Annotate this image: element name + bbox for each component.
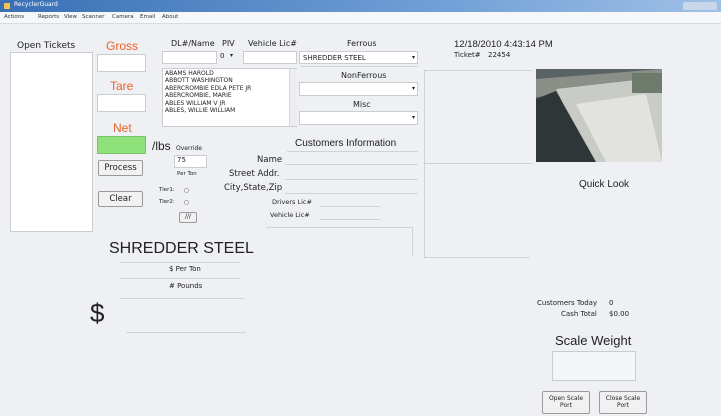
drivers-lic-field-line[interactable] <box>320 206 380 207</box>
camera-panel-border <box>424 70 532 71</box>
tare-field[interactable] <box>97 94 146 112</box>
menu-email[interactable]: Email <box>140 14 155 20</box>
menu-actions[interactable]: Actions <box>4 14 24 20</box>
gross-label: Gross <box>106 39 139 53</box>
net-label: Net <box>113 121 132 135</box>
cash-total-label: Cash Total <box>561 310 597 318</box>
dl-name-label: DL#/Name <box>171 39 215 48</box>
ferrous-value: SHREDDER STEEL <box>303 54 366 62</box>
process-button[interactable]: Process <box>98 160 143 176</box>
list-item[interactable]: ABBOTT WASHINGTON <box>163 77 296 84</box>
menu-camera[interactable]: Camera <box>112 14 134 20</box>
divider <box>300 66 418 67</box>
datetime: 12/18/2010 4:43:14 PM <box>454 39 553 50</box>
street-label: Street Addr. <box>229 169 280 179</box>
total-field-line <box>126 332 246 333</box>
open-scale-port-button[interactable]: Open Scale Port <box>542 391 590 414</box>
tier1-label: Tier1: <box>159 187 175 193</box>
list-item[interactable]: ABERCROMBIE EDLA PETE JR <box>163 85 296 92</box>
tier2-radio[interactable] <box>184 200 189 205</box>
dl-name-input[interactable] <box>162 51 217 64</box>
customer-list-scrollbar[interactable] <box>289 69 297 126</box>
camera-panel-border <box>424 163 532 164</box>
tier2-label: Tier2: <box>159 199 175 205</box>
list-item[interactable]: ABLES, WILLIE WILLIAM <box>163 107 296 114</box>
vehicle-lic-field-line[interactable] <box>320 219 380 220</box>
clear-button[interactable]: Clear <box>98 191 143 207</box>
camera-feed-icon <box>536 69 662 162</box>
piv-label: PIV <box>222 39 235 48</box>
small-button[interactable]: /// <box>179 212 197 223</box>
override-label: Override <box>176 145 202 152</box>
city-label: City,State,Zip <box>224 183 283 193</box>
menu-bar: Actions Reports View Scanner Camera Emai… <box>0 12 721 24</box>
list-item[interactable]: ABAMS HAROLD <box>163 70 296 77</box>
divider <box>287 151 418 152</box>
title-bar: RecyclerGuard <box>0 0 721 12</box>
camera-image <box>536 69 662 162</box>
ferrous-select[interactable]: SHREDDER STEEL ▾ <box>299 51 418 64</box>
cash-total-value: $0.00 <box>609 310 630 318</box>
pounds-label: # Pounds <box>169 282 203 290</box>
ticket-number: 22454 <box>488 51 511 59</box>
ferrous-label: Ferrous <box>347 39 377 48</box>
per-ton-label: Per Ton <box>177 171 197 177</box>
camera-panel-border <box>424 257 530 258</box>
override-field[interactable]: 75 <box>174 155 207 168</box>
open-tickets-list[interactable] <box>10 52 93 232</box>
close-scale-port-button[interactable]: Close Scale Port <box>599 391 647 414</box>
tier1-radio[interactable] <box>184 188 189 193</box>
scale-weight-display <box>552 351 636 381</box>
gross-field[interactable] <box>97 54 146 72</box>
list-item[interactable]: ABERCROMBIE, MARIE <box>163 92 296 99</box>
nonferrous-select[interactable]: ▾ <box>299 82 418 96</box>
menu-reports[interactable]: Reports <box>38 14 59 20</box>
app-icon <box>4 3 10 9</box>
name-label: Name <box>257 155 283 165</box>
menu-view[interactable]: View <box>64 14 77 20</box>
quick-look-label[interactable]: Quick Look <box>579 179 629 190</box>
divider <box>120 278 240 279</box>
misc-select[interactable]: ▾ <box>299 111 418 125</box>
drivers-lic-label: Drivers Lic# <box>272 198 312 206</box>
dollar-sign: $ <box>90 298 105 328</box>
list-item[interactable]: ABLES WILLIAM V JR <box>163 100 296 107</box>
divider <box>120 298 244 299</box>
customers-today-value: 0 <box>609 299 614 307</box>
window-controls[interactable] <box>683 2 717 10</box>
nonferrous-label: NonFerrous <box>341 71 387 80</box>
camera-panel-border <box>424 70 425 258</box>
vehicle-lic-input[interactable] <box>243 51 297 64</box>
customer-list[interactable]: ABAMS HAROLD ABBOTT WASHINGTON ABERCROMB… <box>162 68 297 127</box>
customers-today-label: Customers Today <box>537 299 598 307</box>
divider <box>120 262 240 263</box>
divider <box>266 227 413 228</box>
vehicle-lic-info-label: Vehicle Lic# <box>270 211 310 219</box>
open-tickets-label: Open Tickets <box>17 41 76 51</box>
misc-label: Misc <box>353 100 371 109</box>
net-field <box>97 136 146 154</box>
chevron-down-icon: ▾ <box>411 114 415 121</box>
chevron-down-icon: ▾ <box>411 85 415 92</box>
piv-dropdown-arrow[interactable]: ▾ <box>230 52 233 59</box>
window-title: RecyclerGuard <box>14 1 58 8</box>
chevron-down-icon: ▾ <box>411 54 415 61</box>
summary-material: SHREDDER STEEL <box>109 240 254 257</box>
divider <box>412 228 413 256</box>
customer-info-header: Customers Information <box>295 138 397 149</box>
vehicle-lic-label: Vehicle Lic# <box>248 39 297 48</box>
menu-scanner[interactable]: Scanner <box>82 14 105 20</box>
menu-about[interactable]: About <box>162 14 178 20</box>
per-ton-summary-label: $ Per Ton <box>169 265 201 273</box>
ticket-label: Ticket# <box>454 51 481 59</box>
scale-weight-label: Scale Weight <box>555 333 632 348</box>
street-field-line[interactable] <box>285 179 418 180</box>
piv-value[interactable]: 0 <box>220 52 224 60</box>
name-field-line[interactable] <box>285 164 418 165</box>
tare-label: Tare <box>110 79 134 93</box>
city-field-line[interactable] <box>285 193 418 194</box>
lbs-label: /lbs <box>152 139 171 153</box>
